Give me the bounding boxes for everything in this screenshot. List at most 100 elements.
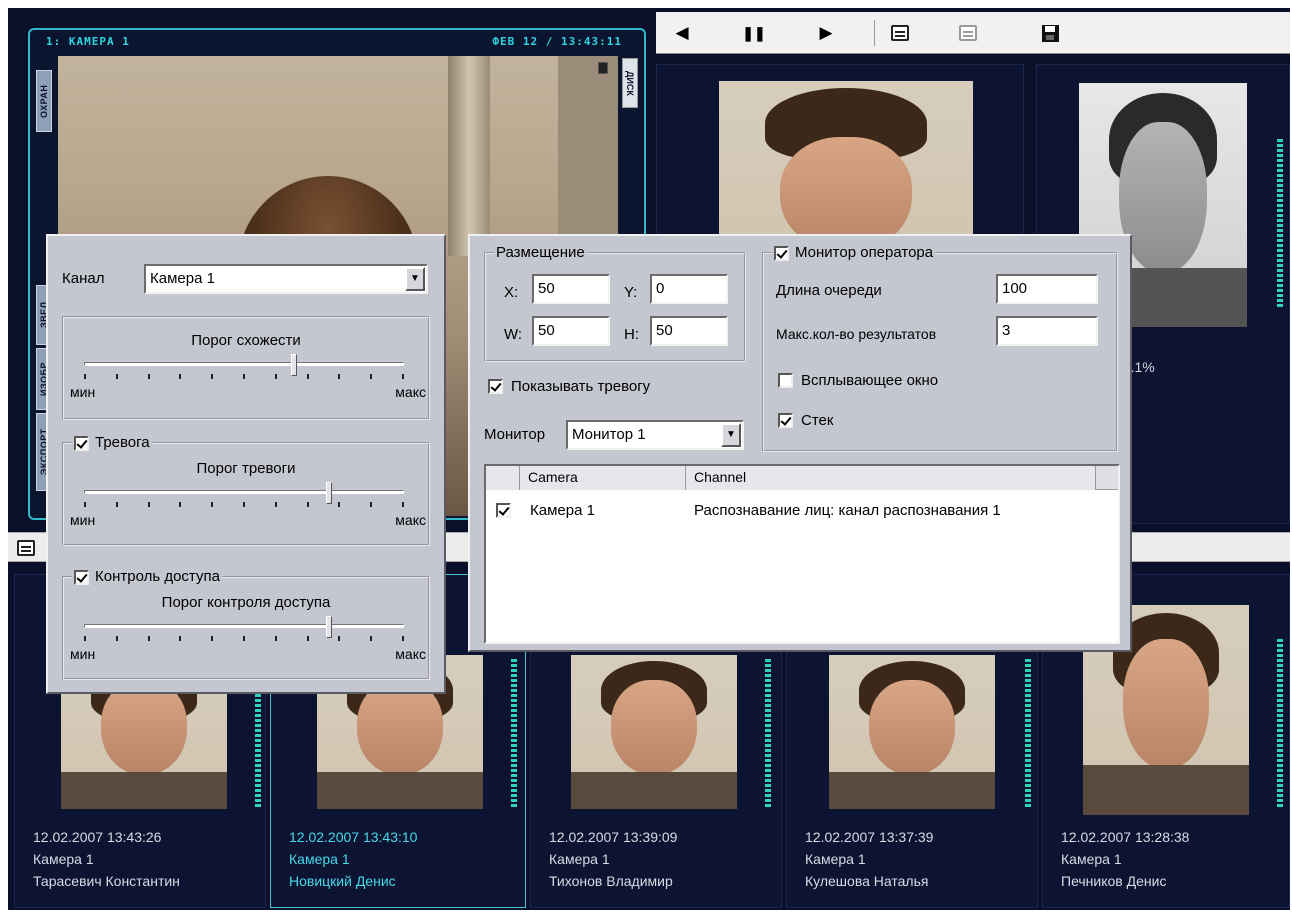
access-checkbox-row[interactable]: Контроль доступа	[72, 568, 222, 586]
tile-date: 12.02.2007 13:43:26	[33, 829, 162, 845]
slider-track[interactable]	[84, 362, 404, 366]
operator-monitor-title: Монитор оператора	[795, 244, 934, 261]
access-control-checkbox[interactable]	[74, 569, 89, 585]
chevron-down-icon[interactable]: ▼	[405, 267, 425, 291]
w-label: W:	[504, 326, 523, 343]
column-header-camera[interactable]: Camera	[520, 466, 686, 490]
floppy-disk-icon	[1041, 24, 1059, 42]
save-button[interactable]	[1038, 21, 1062, 45]
tile-camera: Камера 1	[33, 851, 94, 867]
report-button[interactable]	[888, 21, 912, 45]
tile-person-name: Новицкий Денис	[289, 873, 396, 889]
prev-frame-button[interactable]: ◀	[670, 21, 694, 45]
alarm-threshold-title: Порог тревоги	[196, 460, 296, 477]
tile-date: 12.02.2007 13:28:38	[1061, 829, 1190, 845]
tile-person-name: Тарасевич Константин	[33, 873, 180, 889]
queue-length-field[interactable]: 100	[996, 274, 1098, 304]
face-skin	[868, 679, 956, 776]
show-alarm-row[interactable]: Показывать тревогу	[488, 378, 650, 395]
copy-icon	[959, 25, 977, 41]
camera-channel-table[interactable]: Camera Channel Камера 1 Распознавание ли…	[484, 464, 1120, 644]
tile-person-name: Тихонов Владимир	[549, 873, 673, 889]
max-results-field[interactable]: 3	[996, 316, 1098, 346]
tile-person-name: Кулешова Наталья	[805, 873, 929, 889]
alarm-checkbox[interactable]	[74, 435, 89, 451]
camera-header: 1: КАМЕРА 1 ФЕВ 12 / 13:43:11	[30, 30, 644, 52]
slider-tick	[116, 636, 118, 641]
stack-row[interactable]: Стек	[778, 412, 833, 429]
tile-date: 12.02.2007 13:37:39	[805, 829, 934, 845]
slider-tick	[402, 636, 404, 641]
face-shirt	[317, 772, 483, 809]
slider-tick	[307, 502, 309, 507]
slider-track[interactable]	[84, 624, 404, 628]
side-tab-disk[interactable]: ДИСК	[622, 58, 638, 108]
next-frame-button[interactable]: ▶	[814, 21, 838, 45]
access-threshold-title: Порог контроля доступа	[161, 594, 331, 611]
side-tab-guard[interactable]: ОХРАН	[36, 70, 52, 132]
tile-camera: Камера 1	[805, 851, 866, 867]
alarm-checkbox-row[interactable]: Тревога	[72, 434, 152, 452]
slider-tick	[148, 636, 150, 641]
chevron-down-icon[interactable]: ▼	[721, 423, 741, 447]
operator-monitor-checkbox[interactable]	[774, 245, 789, 261]
stack-label: Стек	[801, 412, 834, 429]
slider-tick	[307, 636, 309, 641]
show-alarm-checkbox[interactable]	[488, 379, 503, 394]
channel-label: Канал	[62, 270, 105, 287]
slider-tick	[243, 636, 245, 641]
placement-group: Размещение X: 50 Y: 0 W: 50 H: 50	[484, 244, 746, 362]
channel-select-value: Камера 1	[150, 270, 215, 287]
slider-tick	[179, 636, 181, 641]
slider-tick	[243, 374, 245, 379]
row-channel: Распознавание лиц: канал распознавания 1	[694, 502, 1001, 519]
slider-tick	[402, 502, 404, 507]
slider-tick	[370, 374, 372, 379]
alarm-max-label: макс	[395, 512, 426, 528]
x-field[interactable]: 50	[532, 274, 610, 304]
results-report-button[interactable]	[14, 536, 38, 560]
slider-tick	[116, 374, 118, 379]
slider-tick	[211, 636, 213, 641]
monitor-select-value: Монитор 1	[572, 426, 646, 443]
popup-label: Всплывающее окно	[801, 372, 939, 389]
operator-monitor-title-row[interactable]: Монитор оператора	[772, 244, 936, 262]
tile-camera: Камера 1	[289, 851, 350, 867]
popup-row[interactable]: Всплывающее окно	[778, 372, 938, 389]
similarity-group: Порог схожести мин макс	[62, 316, 430, 420]
column-header-channel[interactable]: Channel	[686, 466, 1096, 490]
access-slider[interactable]	[84, 616, 404, 646]
stack-checkbox[interactable]	[778, 413, 793, 428]
y-field[interactable]: 0	[650, 274, 728, 304]
tile-person-name: Печников Денис	[1061, 873, 1167, 889]
slider-thumb[interactable]	[326, 616, 332, 638]
h-field[interactable]: 50	[650, 316, 728, 346]
slider-thumb[interactable]	[291, 354, 297, 376]
monitor-select[interactable]: Монитор 1 ▼	[566, 420, 744, 450]
slider-tick	[148, 374, 150, 379]
channel-select[interactable]: Камера 1 ▼	[144, 264, 428, 294]
w-field[interactable]: 50	[532, 316, 610, 346]
play-forward-icon: ▶	[819, 23, 833, 42]
player-toolbar: ◀ ❚❚ ▶	[656, 12, 1290, 54]
face-shirt	[571, 772, 737, 809]
alarm-slider[interactable]	[84, 482, 404, 512]
similarity-slider[interactable]	[84, 354, 404, 384]
face-photo	[571, 655, 737, 809]
pause-button[interactable]: ❚❚	[742, 21, 766, 45]
row-checkbox[interactable]	[496, 503, 511, 518]
slider-tick	[84, 502, 86, 507]
row-camera: Камера 1	[530, 502, 595, 519]
alarm-checkbox-label: Тревога	[95, 434, 150, 451]
similarity-max-label: макс	[395, 384, 426, 400]
tile-date: 12.02.2007 13:39:09	[549, 829, 678, 845]
popup-checkbox[interactable]	[778, 373, 793, 388]
table-row[interactable]: Камера 1 Распознавание лиц: канал распоз…	[486, 500, 1118, 524]
slider-thumb[interactable]	[326, 482, 332, 504]
x-label: X:	[504, 284, 519, 301]
copy-button[interactable]	[956, 21, 980, 45]
video-door-frame	[448, 56, 490, 256]
face-skin	[1122, 638, 1210, 769]
slider-track[interactable]	[84, 490, 404, 494]
similarity-meter	[1025, 659, 1031, 809]
